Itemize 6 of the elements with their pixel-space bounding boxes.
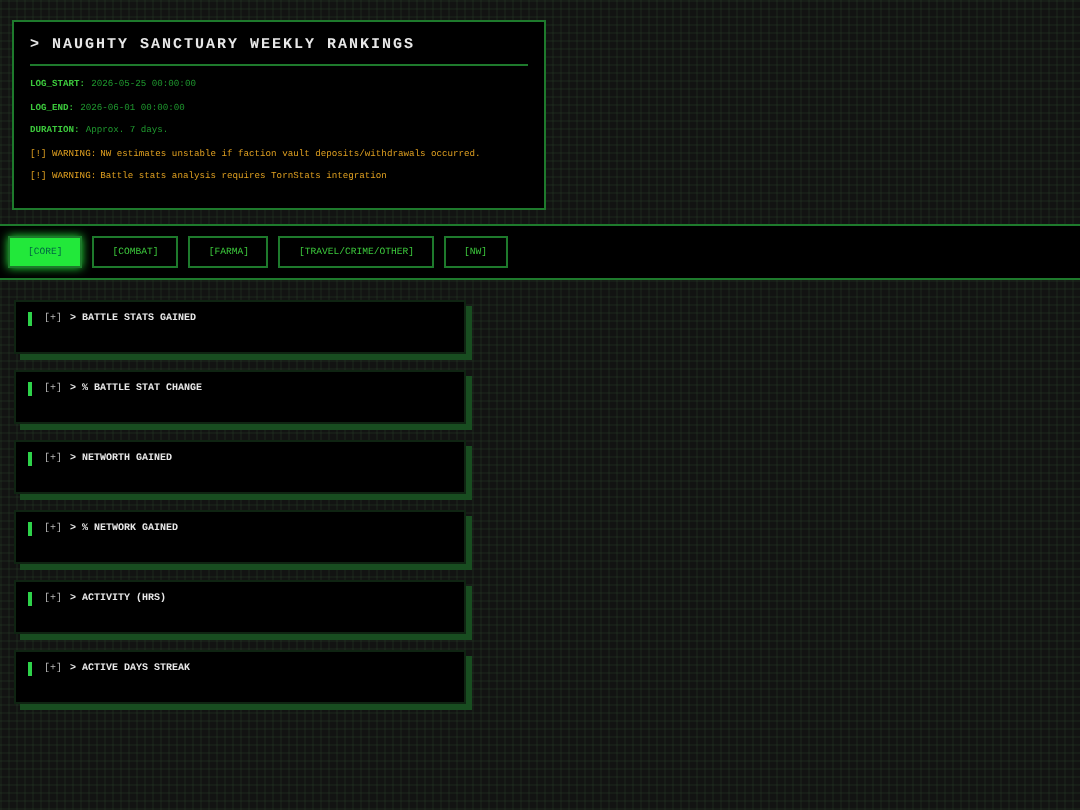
accent-bar [28,452,32,466]
accent-bar [28,662,32,676]
accent-bar [28,312,32,326]
accent-bar [28,382,32,396]
accent-bar [28,592,32,606]
accent-bar [28,522,32,536]
